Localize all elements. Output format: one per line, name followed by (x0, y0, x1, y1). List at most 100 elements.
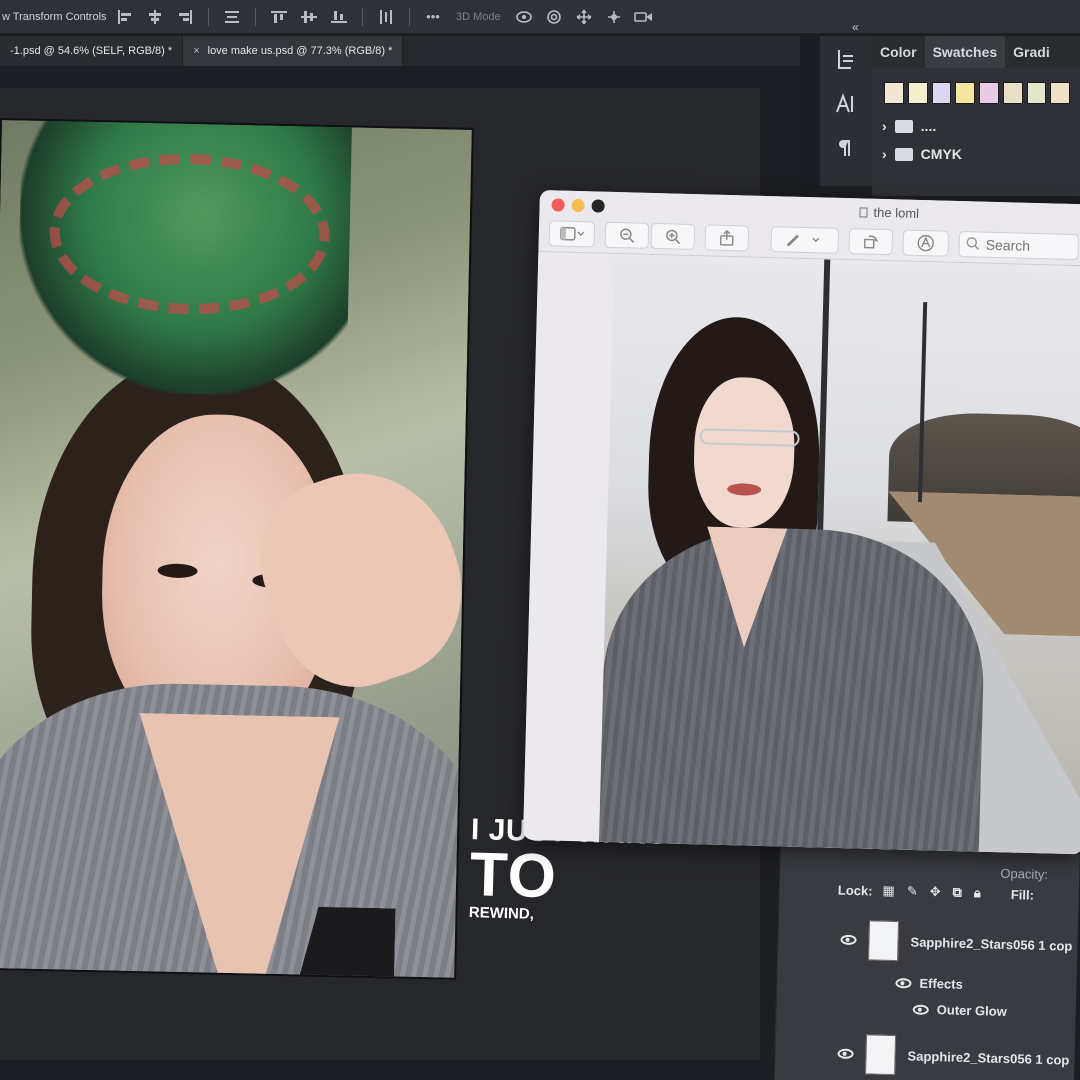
caption-line-2: TO (468, 840, 558, 912)
color-swatch[interactable] (907, 82, 928, 104)
annotate-button[interactable] (902, 229, 950, 257)
more-options-icon[interactable]: ••• (422, 7, 444, 27)
layer-row[interactable]: Sapphire2_Stars056 1 cop (840, 920, 1073, 966)
tab-swatches[interactable]: Swatches (924, 36, 1006, 68)
share-button[interactable] (704, 224, 750, 252)
street-photo (598, 253, 1080, 855)
color-swatch[interactable] (955, 82, 975, 104)
color-swatch[interactable] (1026, 82, 1047, 104)
layer-thumbnail (865, 1034, 897, 1076)
effects-row[interactable]: Effects (895, 975, 963, 992)
close-icon[interactable]: × (193, 45, 199, 57)
tab-love-make-us[interactable]: × love make us.psd @ 77.3% (RGB/8) * (183, 36, 404, 66)
history-icon[interactable] (835, 48, 857, 78)
layer-name[interactable]: Sapphire2_Stars056 1 cop (910, 934, 1072, 953)
pan-3d-icon[interactable] (573, 7, 595, 27)
visibility-eye-icon[interactable] (912, 1004, 929, 1015)
folder-icon (894, 119, 913, 133)
distribute-vertical-icon[interactable] (375, 7, 397, 27)
close-window-button[interactable] (551, 198, 565, 212)
divider (255, 7, 256, 26)
align-bottom-icon[interactable] (328, 7, 350, 27)
lock-transparent-icon[interactable]: ▦ (882, 883, 895, 899)
lock-artboard-icon[interactable]: ⧉ (952, 885, 962, 901)
sidebar-toggle-button[interactable] (548, 220, 596, 248)
color-swatch[interactable] (931, 82, 952, 104)
tab-self-psd[interactable]: -1.psd @ 54.6% (SELF, RGB/8) * (0, 36, 184, 66)
orbit-3d-icon[interactable] (513, 7, 535, 27)
zoom-out-icon (620, 228, 635, 243)
lips (727, 483, 762, 496)
align-top-icon[interactable] (268, 7, 290, 27)
document-icon (859, 206, 868, 218)
layer-thumbnail (868, 920, 900, 962)
zoom-window-button[interactable] (591, 199, 605, 213)
tab-label: love make us.psd @ 77.3% (RGB/8) * (207, 45, 393, 57)
swatch-row (872, 68, 1080, 112)
tab-gradients[interactable]: Gradi (1005, 36, 1058, 68)
align-middle-icon[interactable] (298, 7, 320, 27)
slide-3d-icon[interactable] (603, 7, 625, 27)
document-tabs: -1.psd @ 54.6% (SELF, RGB/8) * × love ma… (0, 36, 800, 66)
markup-button[interactable] (770, 226, 840, 254)
preview-window: the loml (522, 190, 1080, 855)
sidebar-icon (560, 226, 585, 241)
rotate-button[interactable] (848, 228, 894, 256)
share-icon (719, 229, 734, 246)
swatch-folder[interactable]: › .... (872, 112, 1080, 140)
lock-image-icon[interactable]: ✎ (907, 883, 918, 899)
options-bar: w Transform Controls ••• 3D Mode (0, 0, 1080, 34)
folder-label: .... (920, 118, 937, 134)
distribute-icon[interactable] (221, 7, 243, 27)
chevron-right-icon[interactable]: › (882, 146, 887, 162)
align-right-icon[interactable] (174, 7, 196, 27)
folder-label: CMYK (920, 146, 962, 162)
lock-position-icon[interactable]: ✥ (930, 884, 941, 900)
transform-controls-label[interactable]: w Transform Controls (0, 11, 110, 23)
zoom-in-icon (666, 229, 681, 245)
color-swatch[interactable] (979, 82, 999, 104)
color-swatch[interactable] (1050, 82, 1070, 104)
effects-label: Effects (919, 975, 963, 992)
zoom-out-button[interactable] (604, 221, 650, 249)
lamp-pole (816, 259, 831, 540)
gray-cardigan (598, 523, 988, 855)
visibility-eye-icon[interactable] (837, 1048, 854, 1059)
search-input[interactable] (985, 236, 1066, 255)
divider (208, 7, 209, 26)
effect-name: Outer Glow (936, 1002, 1008, 1019)
swatch-folder-cmyk[interactable]: › CMYK (872, 140, 1080, 168)
color-swatch[interactable] (1002, 82, 1023, 104)
chevron-right-icon[interactable]: › (882, 118, 887, 134)
outer-glow-row[interactable]: Outer Glow (912, 1002, 1008, 1019)
window-title: the loml (859, 204, 919, 221)
align-center-icon[interactable] (144, 7, 166, 27)
layer-name[interactable]: Sapphire2_Stars056 1 cop (907, 1048, 1069, 1067)
video-camera-icon[interactable] (633, 7, 655, 27)
color-swatches-panel: Color Swatches Gradi › .... › CMYK (872, 36, 1080, 196)
visibility-eye-icon[interactable] (840, 934, 857, 946)
lock-label: Lock: (837, 882, 873, 898)
markup-circle-icon (917, 234, 934, 252)
divider (362, 7, 363, 26)
fill-label: Fill: (1010, 886, 1035, 903)
lock-all-icon[interactable]: 🔒︎ (974, 885, 981, 901)
minimize-window-button[interactable] (571, 198, 585, 213)
paragraph-icon[interactable] (835, 136, 857, 166)
folder-icon (894, 147, 913, 161)
color-swatch[interactable] (884, 82, 904, 104)
roll-3d-icon[interactable] (543, 7, 565, 27)
tab-color[interactable]: Color (872, 36, 925, 68)
mode-3d-label: 3D Mode (456, 10, 501, 23)
collapse-panels-icon[interactable]: « (852, 20, 859, 34)
character-icon[interactable] (835, 92, 857, 122)
zoom-in-button[interactable] (650, 222, 696, 251)
face (692, 376, 797, 529)
lock-options: ▦ ✎ ✥ ⧉ 🔒︎ (882, 883, 981, 902)
search-field[interactable] (958, 230, 1080, 261)
layer-row[interactable]: Sapphire2_Stars056 1 cop (837, 1034, 1070, 1080)
align-left-icon[interactable] (114, 7, 136, 27)
search-icon (966, 236, 980, 253)
opacity-label: Opacity: (1000, 865, 1049, 883)
visibility-eye-icon[interactable] (895, 977, 912, 988)
